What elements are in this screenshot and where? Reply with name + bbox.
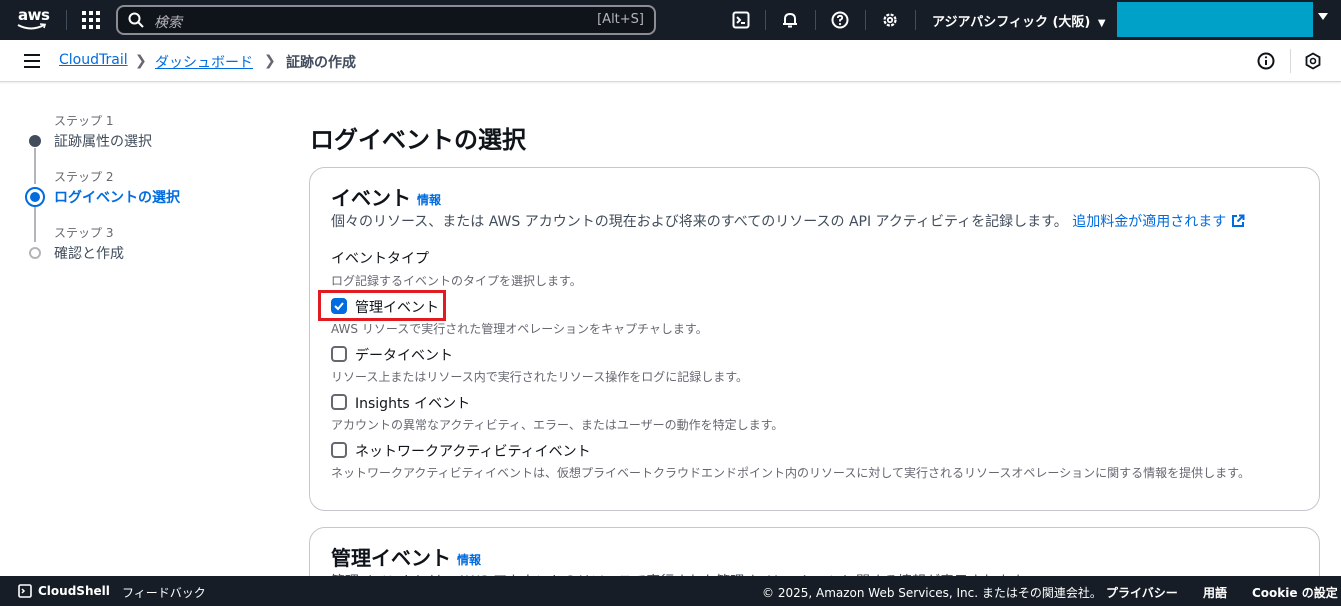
external-link-icon: [1231, 214, 1245, 227]
chevron-down-icon: ▼: [1097, 18, 1106, 29]
insights-events-description: アカウントの異常なアクティビティ、エラー、またはユーザーの動作を特定します。: [331, 418, 784, 432]
menu-icon[interactable]: [24, 54, 40, 68]
data-events-checkbox[interactable]: [331, 346, 347, 362]
nav-divider: [765, 10, 766, 30]
footer-cloudshell[interactable]: CloudShell: [38, 584, 110, 598]
footer-privacy[interactable]: プライバシー: [1106, 584, 1178, 601]
step-2-label: ステップ 2: [54, 170, 114, 184]
events-card: イベント 情報 個々のリソース、または AWS アカウントの現在および将来のすべ…: [309, 167, 1320, 511]
data-events-label[interactable]: データイベント: [355, 345, 453, 365]
aws-smile-icon: [17, 23, 47, 30]
event-type-description: ログ記録するイベントのタイプを選択します。: [331, 274, 582, 288]
event-type-label: イベントタイプ: [331, 251, 429, 267]
data-events-description: リソース上またはリソース内で実行されたリソース操作をログに記録します。: [331, 370, 749, 384]
step-3-label: ステップ 3: [54, 226, 114, 240]
footer-cookie-settings[interactable]: Cookie の設定: [1252, 584, 1338, 601]
management-events-heading: 管理イベント: [331, 546, 451, 570]
help-icon: [831, 11, 849, 29]
account-menu[interactable]: [1117, 2, 1313, 37]
settings-button[interactable]: [879, 9, 901, 31]
region-selector[interactable]: アジアパシフィック (大阪) ▼: [932, 11, 1106, 30]
pricing-link-text[interactable]: 追加料金が適用されます: [1072, 214, 1226, 230]
aws-logo[interactable]: aws: [16, 6, 50, 34]
events-description-text: 個々のリソース、または AWS アカウントの現在および将来のすべてのリソースの …: [331, 214, 1068, 230]
bell-icon: [783, 13, 797, 28]
breadcrumb-current: 証跡の作成: [286, 55, 356, 71]
breadcrumb-dashboard[interactable]: ダッシュボード: [155, 52, 253, 72]
search-placeholder: 検索: [154, 15, 182, 31]
breadcrumb-cloudtrail[interactable]: CloudTrail: [59, 52, 128, 68]
help-button[interactable]: [829, 9, 851, 31]
cloudshell-button[interactable]: [730, 9, 752, 31]
breadcrumb-bar: CloudTrail ❯ ダッシュボード ❯ 証跡の作成: [0, 40, 1341, 82]
step-connector: [34, 148, 36, 184]
page-title: ログイベントの選択: [310, 126, 526, 154]
top-navigation: aws 検索 [Alt+S] アジアパシフィック (大阪) ▼: [0, 0, 1341, 40]
nav-divider: [915, 10, 916, 30]
info-icon[interactable]: [1257, 52, 1275, 70]
hexagon-icon[interactable]: [1304, 52, 1322, 70]
footer: CloudShell フィードバック © 2025, Amazon Web Se…: [0, 576, 1341, 606]
chevron-right-icon: ❯: [264, 53, 276, 69]
region-label: アジアパシフィック (大阪): [932, 15, 1091, 30]
aws-logo-text: aws: [18, 6, 50, 24]
insights-events-label[interactable]: Insights イベント: [355, 393, 470, 413]
network-activity-events-label[interactable]: ネットワークアクティビティイベント: [355, 441, 591, 461]
chevron-down-icon[interactable]: [1318, 13, 1328, 20]
nav-divider: [815, 10, 816, 30]
step-connector: [34, 204, 36, 242]
footer-feedback[interactable]: フィードバック: [122, 584, 206, 601]
step-completed-icon: [29, 135, 41, 147]
events-description: 個々のリソース、または AWS アカウントの現在および将来のすべてのリソースの …: [331, 211, 1245, 231]
cloudshell-icon[interactable]: [18, 584, 32, 598]
step-1-name[interactable]: 証跡属性の選択: [54, 131, 152, 151]
insights-events-checkbox[interactable]: [331, 394, 347, 410]
step-1-label: ステップ 1: [54, 114, 114, 128]
cloudshell-icon: [732, 11, 750, 29]
highlight-box: [318, 290, 446, 321]
step-2-name: ログイベントの選択: [54, 190, 180, 206]
nav-divider: [865, 10, 866, 30]
footer-terms[interactable]: 用語: [1203, 584, 1227, 601]
events-info-link[interactable]: 情報: [417, 191, 441, 208]
chevron-right-icon: ❯: [135, 53, 147, 69]
management-info-link[interactable]: 情報: [457, 551, 481, 568]
notifications-button[interactable]: [779, 9, 801, 31]
management-events-description: AWS リソースで実行された管理オペレーションをキャプチャします。: [331, 322, 708, 336]
step-active-icon: [25, 187, 45, 207]
network-activity-events-description: ネットワークアクティビティイベントは、仮想プライベートクラウドエンドポイント内の…: [331, 466, 1250, 480]
services-grid-icon[interactable]: [82, 11, 100, 29]
settings-icon: [883, 13, 897, 27]
divider: [1290, 49, 1291, 73]
search-icon: [128, 12, 144, 28]
step-pending-icon: [29, 247, 41, 259]
pricing-link[interactable]: 追加料金が適用されます: [1072, 214, 1245, 230]
step-3-name: 確認と作成: [54, 246, 124, 262]
search-input[interactable]: 検索 [Alt+S]: [116, 5, 656, 35]
events-heading: イベント: [331, 186, 411, 210]
search-shortcut: [Alt+S]: [597, 12, 644, 27]
nav-divider: [66, 10, 67, 30]
footer-copyright: © 2025, Amazon Web Services, Inc. またはその関…: [762, 586, 1102, 600]
network-activity-events-checkbox[interactable]: [331, 442, 347, 458]
